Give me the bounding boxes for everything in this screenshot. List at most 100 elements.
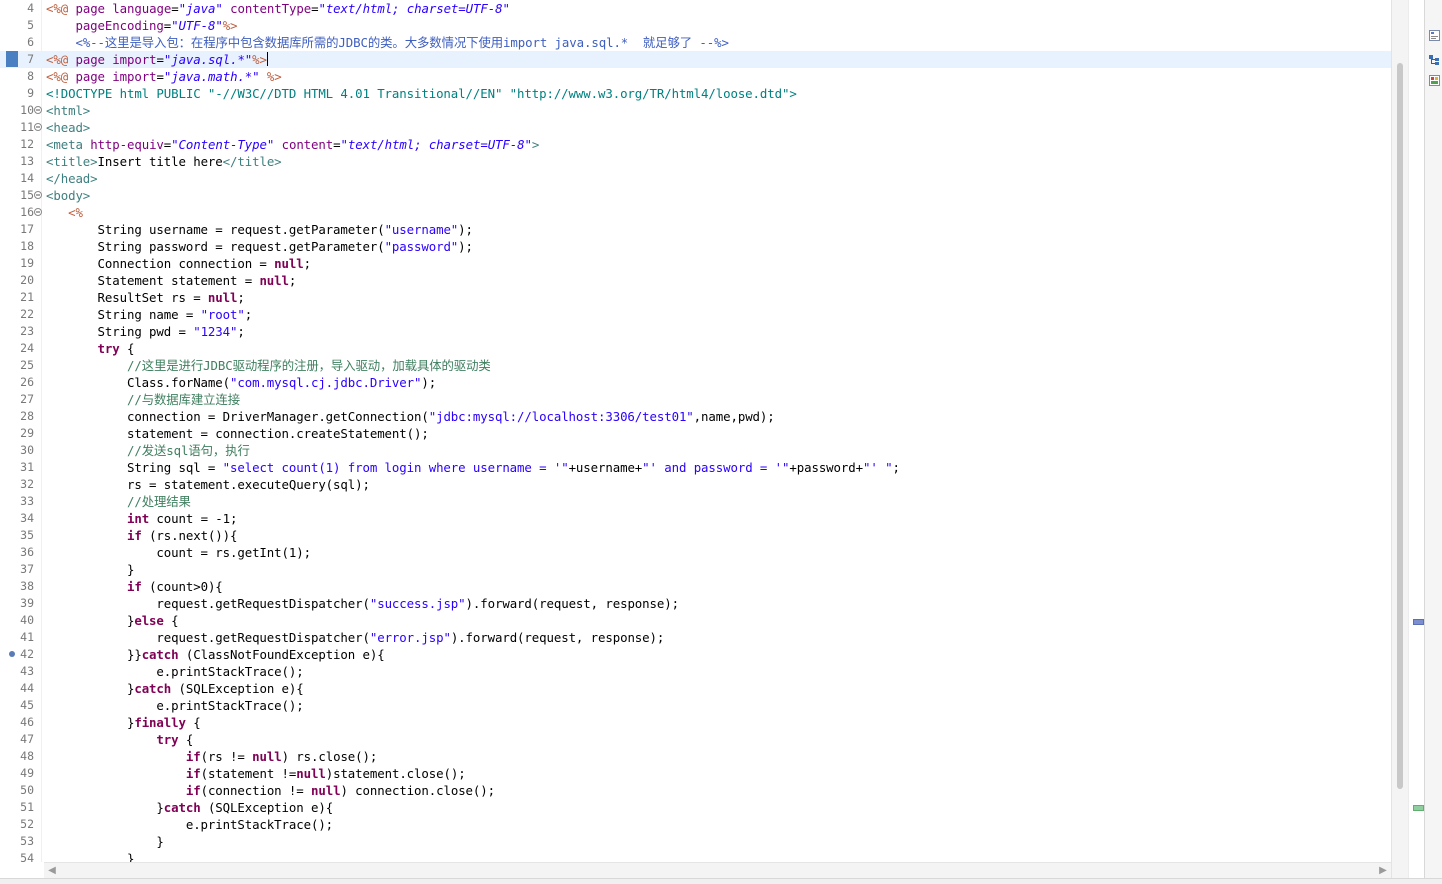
code-text[interactable]: Class.forName("com.mysql.cj.jdbc.Driver"… bbox=[46, 374, 436, 391]
code-text[interactable]: </head> bbox=[46, 170, 98, 187]
code-line[interactable]: 19 Connection connection = null; bbox=[0, 255, 1391, 272]
code-text[interactable]: }finally { bbox=[46, 714, 201, 731]
code-line[interactable]: 4 <%@ page language="java" contentType="t… bbox=[0, 0, 1391, 17]
code-editor[interactable]: 4 <%@ page language="java" contentType="t… bbox=[0, 0, 1391, 862]
fold-toggle-icon[interactable] bbox=[34, 208, 42, 216]
code-text[interactable]: String sql = "select count(1) from login… bbox=[46, 459, 900, 476]
code-line[interactable]: 30 //发送sql语句，执行 bbox=[0, 442, 1391, 459]
code-line[interactable]: 10 <html> bbox=[0, 102, 1391, 119]
code-line[interactable]: 16 <% bbox=[0, 204, 1391, 221]
code-line[interactable]: 46 }finally { bbox=[0, 714, 1391, 731]
vertical-scrollbar-thumb[interactable] bbox=[1397, 63, 1403, 789]
hierarchy-icon[interactable] bbox=[1429, 51, 1440, 65]
code-text[interactable]: String pwd = "1234"; bbox=[46, 323, 245, 340]
code-line[interactable]: 7 <%@ page import="java.sql.*"%> bbox=[0, 51, 1391, 68]
code-text[interactable]: ResultSet rs = null; bbox=[46, 289, 245, 306]
code-line[interactable]: 9 <!DOCTYPE html PUBLIC "-//W3C//DTD HTML… bbox=[0, 85, 1391, 102]
code-line[interactable]: 54 } bbox=[0, 850, 1391, 862]
code-line[interactable]: 44 }catch (SQLException e){ bbox=[0, 680, 1391, 697]
scroll-right-icon[interactable]: ▶ bbox=[1377, 865, 1389, 877]
code-text[interactable]: statement = connection.createStatement()… bbox=[46, 425, 429, 442]
code-text[interactable]: if (count>0){ bbox=[46, 578, 223, 595]
code-text[interactable]: if(statement !=null)statement.close(); bbox=[46, 765, 466, 782]
code-text[interactable]: <head> bbox=[46, 119, 90, 136]
code-text[interactable]: <%@ page import="java.sql.*"%> bbox=[46, 51, 268, 68]
code-text[interactable]: <title>Insert title here</title> bbox=[46, 153, 282, 170]
code-text[interactable]: <%--这里是导入包：在程序中包含数据库所需的JDBC的类。大多数情况下使用im… bbox=[46, 34, 729, 51]
code-line[interactable]: 26 Class.forName("com.mysql.cj.jdbc.Driv… bbox=[0, 374, 1391, 391]
code-line[interactable]: 13 <title>Insert title here</title> bbox=[0, 153, 1391, 170]
code-line[interactable]: 8 <%@ page import="java.math.*" %> bbox=[0, 68, 1391, 85]
code-line[interactable]: 20 Statement statement = null; bbox=[0, 272, 1391, 289]
code-line[interactable]: 35 if (rs.next()){ bbox=[0, 527, 1391, 544]
code-line[interactable]: 11 <head> bbox=[0, 119, 1391, 136]
code-text[interactable]: String password = request.getParameter("… bbox=[46, 238, 473, 255]
code-text[interactable]: if (rs.next()){ bbox=[46, 527, 238, 544]
code-line[interactable]: 27 //与数据库建立连接 bbox=[0, 391, 1391, 408]
annotation-marker-icon[interactable] bbox=[9, 651, 15, 657]
code-text[interactable]: }catch (SQLException e){ bbox=[46, 799, 333, 816]
code-text[interactable]: if(connection != null) connection.close(… bbox=[46, 782, 495, 799]
code-line[interactable]: 38 if (count>0){ bbox=[0, 578, 1391, 595]
code-text[interactable]: pageEncoding="UTF-8"%> bbox=[46, 17, 237, 34]
code-line[interactable]: 43 e.printStackTrace(); bbox=[0, 663, 1391, 680]
code-text[interactable]: <% bbox=[46, 204, 83, 221]
code-line[interactable]: 24 try { bbox=[0, 340, 1391, 357]
code-line[interactable]: 15 <body> bbox=[0, 187, 1391, 204]
code-text[interactable]: } bbox=[46, 561, 134, 578]
code-line[interactable]: 39 request.getRequestDispatcher("success… bbox=[0, 595, 1391, 612]
problems-icon[interactable] bbox=[1429, 71, 1440, 86]
code-text[interactable]: }else { bbox=[46, 612, 179, 629]
code-line[interactable]: 14 </head> bbox=[0, 170, 1391, 187]
code-line[interactable]: 34 int count = -1; bbox=[0, 510, 1391, 527]
outline-icon[interactable] bbox=[1429, 26, 1440, 41]
code-line[interactable]: 53 } bbox=[0, 833, 1391, 850]
scroll-left-icon[interactable]: ◀ bbox=[46, 865, 58, 877]
code-text[interactable]: if(rs != null) rs.close(); bbox=[46, 748, 378, 765]
code-line[interactable]: 17 String username = request.getParamete… bbox=[0, 221, 1391, 238]
code-line[interactable]: 12 <meta http-equiv = "Content-Type" conten… bbox=[0, 136, 1391, 153]
code-line[interactable]: 29 statement = connection.createStatemen… bbox=[0, 425, 1391, 442]
code-text[interactable]: request.getRequestDispatcher("error.jsp"… bbox=[46, 629, 664, 646]
code-text[interactable]: e.printStackTrace(); bbox=[46, 663, 303, 680]
code-text[interactable]: try { bbox=[46, 340, 135, 357]
code-text[interactable]: <%@ page language="java" contentType="te… bbox=[46, 0, 510, 17]
code-line[interactable]: 25 //这里是进行JDBC驱动程序的注册，导入驱动，加载具体的驱动类 bbox=[0, 357, 1391, 374]
code-line[interactable]: 47 try { bbox=[0, 731, 1391, 748]
code-line[interactable]: 45 e.printStackTrace(); bbox=[0, 697, 1391, 714]
code-line[interactable]: 5 pageEncoding="UTF-8"%> bbox=[0, 17, 1391, 34]
code-text[interactable]: //处理结果 bbox=[46, 493, 191, 510]
code-text[interactable]: <body> bbox=[46, 187, 90, 204]
code-text[interactable]: } bbox=[46, 850, 134, 862]
code-line[interactable]: 23 String pwd = "1234"; bbox=[0, 323, 1391, 340]
code-text[interactable]: Connection connection = null; bbox=[46, 255, 312, 272]
code-line[interactable]: 6 <%--这里是导入包：在程序中包含数据库所需的JDBC的类。大多数情况下使用… bbox=[0, 34, 1391, 51]
code-line[interactable]: 52 e.printStackTrace(); bbox=[0, 816, 1391, 833]
code-line[interactable]: 32 rs = statement.executeQuery(sql); bbox=[0, 476, 1391, 493]
vertical-scrollbar[interactable] bbox=[1391, 0, 1409, 878]
code-line[interactable]: 40 }else { bbox=[0, 612, 1391, 629]
code-text[interactable]: rs = statement.executeQuery(sql); bbox=[46, 476, 370, 493]
code-line[interactable]: 28 connection = DriverManager.getConnect… bbox=[0, 408, 1391, 425]
code-text[interactable]: int count = -1; bbox=[46, 510, 238, 527]
code-text[interactable]: e.printStackTrace(); bbox=[46, 816, 333, 833]
code-line[interactable]: 36 count = rs.getInt(1); bbox=[0, 544, 1391, 561]
fold-toggle-icon[interactable] bbox=[34, 123, 42, 131]
code-text[interactable]: count = rs.getInt(1); bbox=[46, 544, 311, 561]
code-line[interactable]: 42 }}catch (ClassNotFoundException e){ bbox=[0, 646, 1391, 663]
code-text[interactable]: <html> bbox=[46, 102, 90, 119]
code-line[interactable]: 31 String sql = "select count(1) from lo… bbox=[0, 459, 1391, 476]
code-line[interactable]: 37 } bbox=[0, 561, 1391, 578]
overview-occurrence-marker[interactable] bbox=[1413, 619, 1424, 625]
code-text[interactable]: //这里是进行JDBC驱动程序的注册，导入驱动，加载具体的驱动类 bbox=[46, 357, 491, 374]
code-text[interactable]: String username = request.getParameter("… bbox=[46, 221, 473, 238]
code-text[interactable]: }}catch (ClassNotFoundException e){ bbox=[46, 646, 385, 663]
code-line[interactable]: 48 if(rs != null) rs.close(); bbox=[0, 748, 1391, 765]
code-text[interactable]: //发送sql语句，执行 bbox=[46, 442, 250, 459]
code-text[interactable]: <!DOCTYPE html PUBLIC "-//W3C//DTD HTML … bbox=[46, 85, 797, 102]
code-text[interactable]: //与数据库建立连接 bbox=[46, 391, 240, 408]
code-line[interactable]: 18 String password = request.getParamete… bbox=[0, 238, 1391, 255]
code-text[interactable]: try { bbox=[46, 731, 193, 748]
code-line[interactable]: 51 }catch (SQLException e){ bbox=[0, 799, 1391, 816]
code-line[interactable]: 21 ResultSet rs = null; bbox=[0, 289, 1391, 306]
